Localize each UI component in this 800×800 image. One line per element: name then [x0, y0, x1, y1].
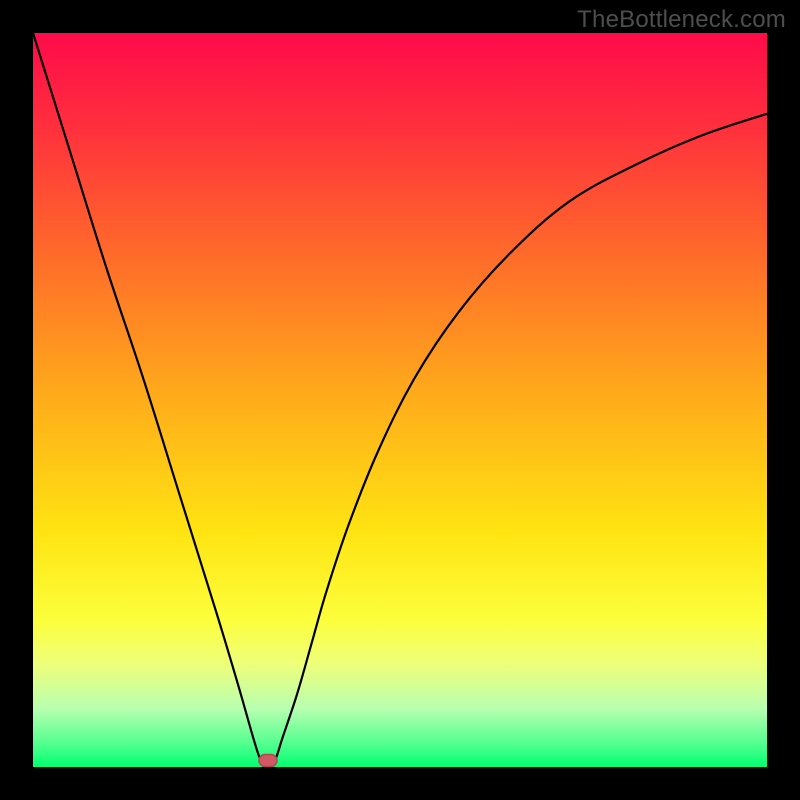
marker-pill-icon — [258, 754, 278, 768]
watermark-text: TheBottleneck.com — [577, 6, 786, 34]
curve-path — [33, 33, 767, 767]
plot-area — [33, 33, 767, 767]
chart-frame: TheBottleneck.com — [0, 0, 800, 800]
bottleneck-curve — [33, 33, 767, 767]
optimal-marker — [258, 754, 278, 773]
